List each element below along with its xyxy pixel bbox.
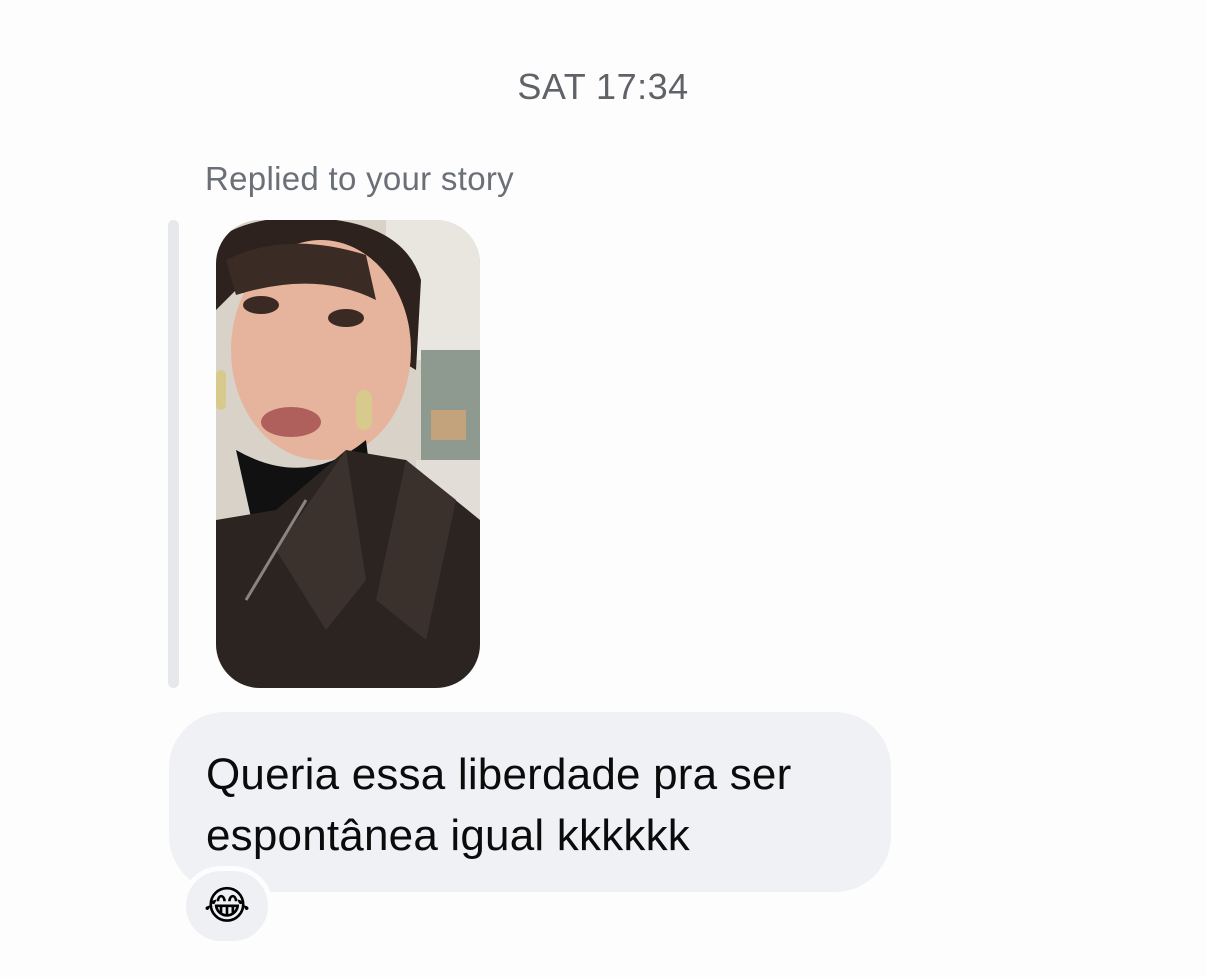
message-timestamp: SAT 17:34 (517, 66, 689, 107)
story-photo-icon (216, 220, 480, 688)
laughing-emoji-icon: 😂 (203, 884, 251, 928)
reaction-badge[interactable]: 😂 (181, 866, 273, 946)
message-bubble[interactable]: Queria essa liberdade pra ser espontânea… (169, 712, 891, 892)
dm-thread: SAT 17:34 Replied to your story Queria e… (0, 0, 1206, 977)
story-thumbnail[interactable] (216, 220, 480, 688)
message-text: Queria essa liberdade pra ser espontânea… (206, 750, 792, 860)
story-quote-bar (168, 220, 179, 688)
story-reply-label: Replied to your story (205, 160, 514, 197)
